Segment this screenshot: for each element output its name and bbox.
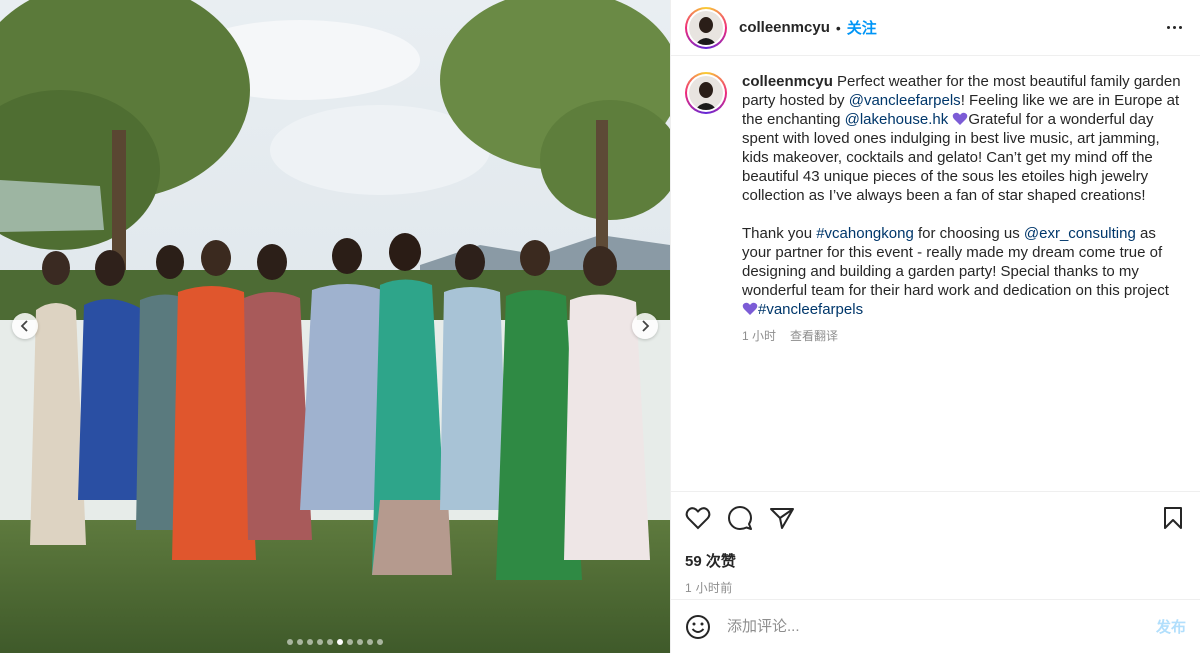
purple-heart-icon xyxy=(953,112,968,125)
comment-icon xyxy=(728,506,752,530)
post-side-panel: colleenmcyu • 关注 colleenmcyu Perfect wea… xyxy=(670,0,1200,653)
more-horizontal-icon xyxy=(1167,26,1170,29)
comment-input[interactable] xyxy=(727,618,1156,635)
chevron-left-icon xyxy=(20,320,28,332)
action-icons xyxy=(685,504,1186,532)
paper-plane-icon xyxy=(770,508,794,529)
caption-segment: Thank you xyxy=(742,225,817,242)
mention-exr-consulting[interactable]: @exr_consulting xyxy=(1024,225,1136,242)
more-options-button[interactable] xyxy=(1163,20,1186,35)
caption-row: colleenmcyu Perfect weather for the most… xyxy=(685,72,1186,319)
carousel-dot xyxy=(357,639,363,645)
follow-button[interactable]: 关注 xyxy=(847,17,877,38)
mention-lakehouse[interactable]: @lakehouse.hk xyxy=(845,111,949,128)
carousel-dot xyxy=(297,639,303,645)
avatar-image xyxy=(689,76,723,110)
chevron-right-icon xyxy=(642,320,650,332)
group-photo-image xyxy=(0,0,670,653)
carousel-dot xyxy=(337,639,343,645)
carousel-dot xyxy=(287,639,293,645)
carousel-dot xyxy=(327,639,333,645)
caption-username[interactable]: colleenmcyu xyxy=(742,73,833,90)
post-actions: 59 次赞 1 小时前 xyxy=(671,491,1200,599)
separator-dot: • xyxy=(835,19,841,36)
carousel-dot xyxy=(377,639,383,645)
bookmark-icon xyxy=(1164,507,1182,529)
hashtag-vcahongkong[interactable]: #vcahongkong xyxy=(816,225,914,242)
avatar-image xyxy=(689,10,723,45)
caption-text: colleenmcyu Perfect weather for the most… xyxy=(742,72,1186,319)
post-header: colleenmcyu • 关注 xyxy=(671,0,1200,56)
smiley-icon xyxy=(686,614,710,639)
emoji-button[interactable] xyxy=(685,614,711,640)
mention-vancleefarpels[interactable]: @vancleefarpels xyxy=(849,92,961,109)
purple-heart-icon xyxy=(742,302,758,315)
post-timestamp: 1 小时前 xyxy=(685,581,733,595)
next-photo-button[interactable] xyxy=(632,313,658,339)
author-avatar[interactable] xyxy=(685,6,727,49)
share-button[interactable] xyxy=(769,506,795,530)
caption-segment: for choosing us xyxy=(913,225,1024,242)
comment-button[interactable] xyxy=(727,505,753,531)
author-username[interactable]: colleenmcyu xyxy=(739,19,830,36)
carousel-dot xyxy=(367,639,373,645)
post-photo[interactable] xyxy=(0,0,670,653)
carousel-dot xyxy=(347,639,353,645)
post-comment-button[interactable]: 发布 xyxy=(1156,616,1186,637)
carousel-dot xyxy=(317,639,323,645)
add-comment-bar: 发布 xyxy=(671,599,1200,653)
previous-photo-button[interactable] xyxy=(12,313,38,339)
carousel-indicators xyxy=(0,639,670,645)
like-button[interactable] xyxy=(685,506,711,530)
see-translation-link[interactable]: 查看翻译 xyxy=(790,327,838,344)
caption-avatar[interactable] xyxy=(685,72,727,114)
hashtag-vancleefarpels[interactable]: #vancleefarpels xyxy=(758,301,863,318)
carousel-dot xyxy=(307,639,313,645)
caption-meta: 1 小时 查看翻译 xyxy=(742,327,1186,344)
caption-age: 1 小时 xyxy=(742,329,777,343)
save-button[interactable] xyxy=(1162,506,1184,530)
comments-section: colleenmcyu Perfect weather for the most… xyxy=(671,56,1200,491)
heart-icon xyxy=(685,507,711,530)
likes-count[interactable]: 59 次赞 xyxy=(685,550,1186,571)
instagram-post-dialog: colleenmcyu • 关注 colleenmcyu Perfect wea… xyxy=(0,0,1200,653)
